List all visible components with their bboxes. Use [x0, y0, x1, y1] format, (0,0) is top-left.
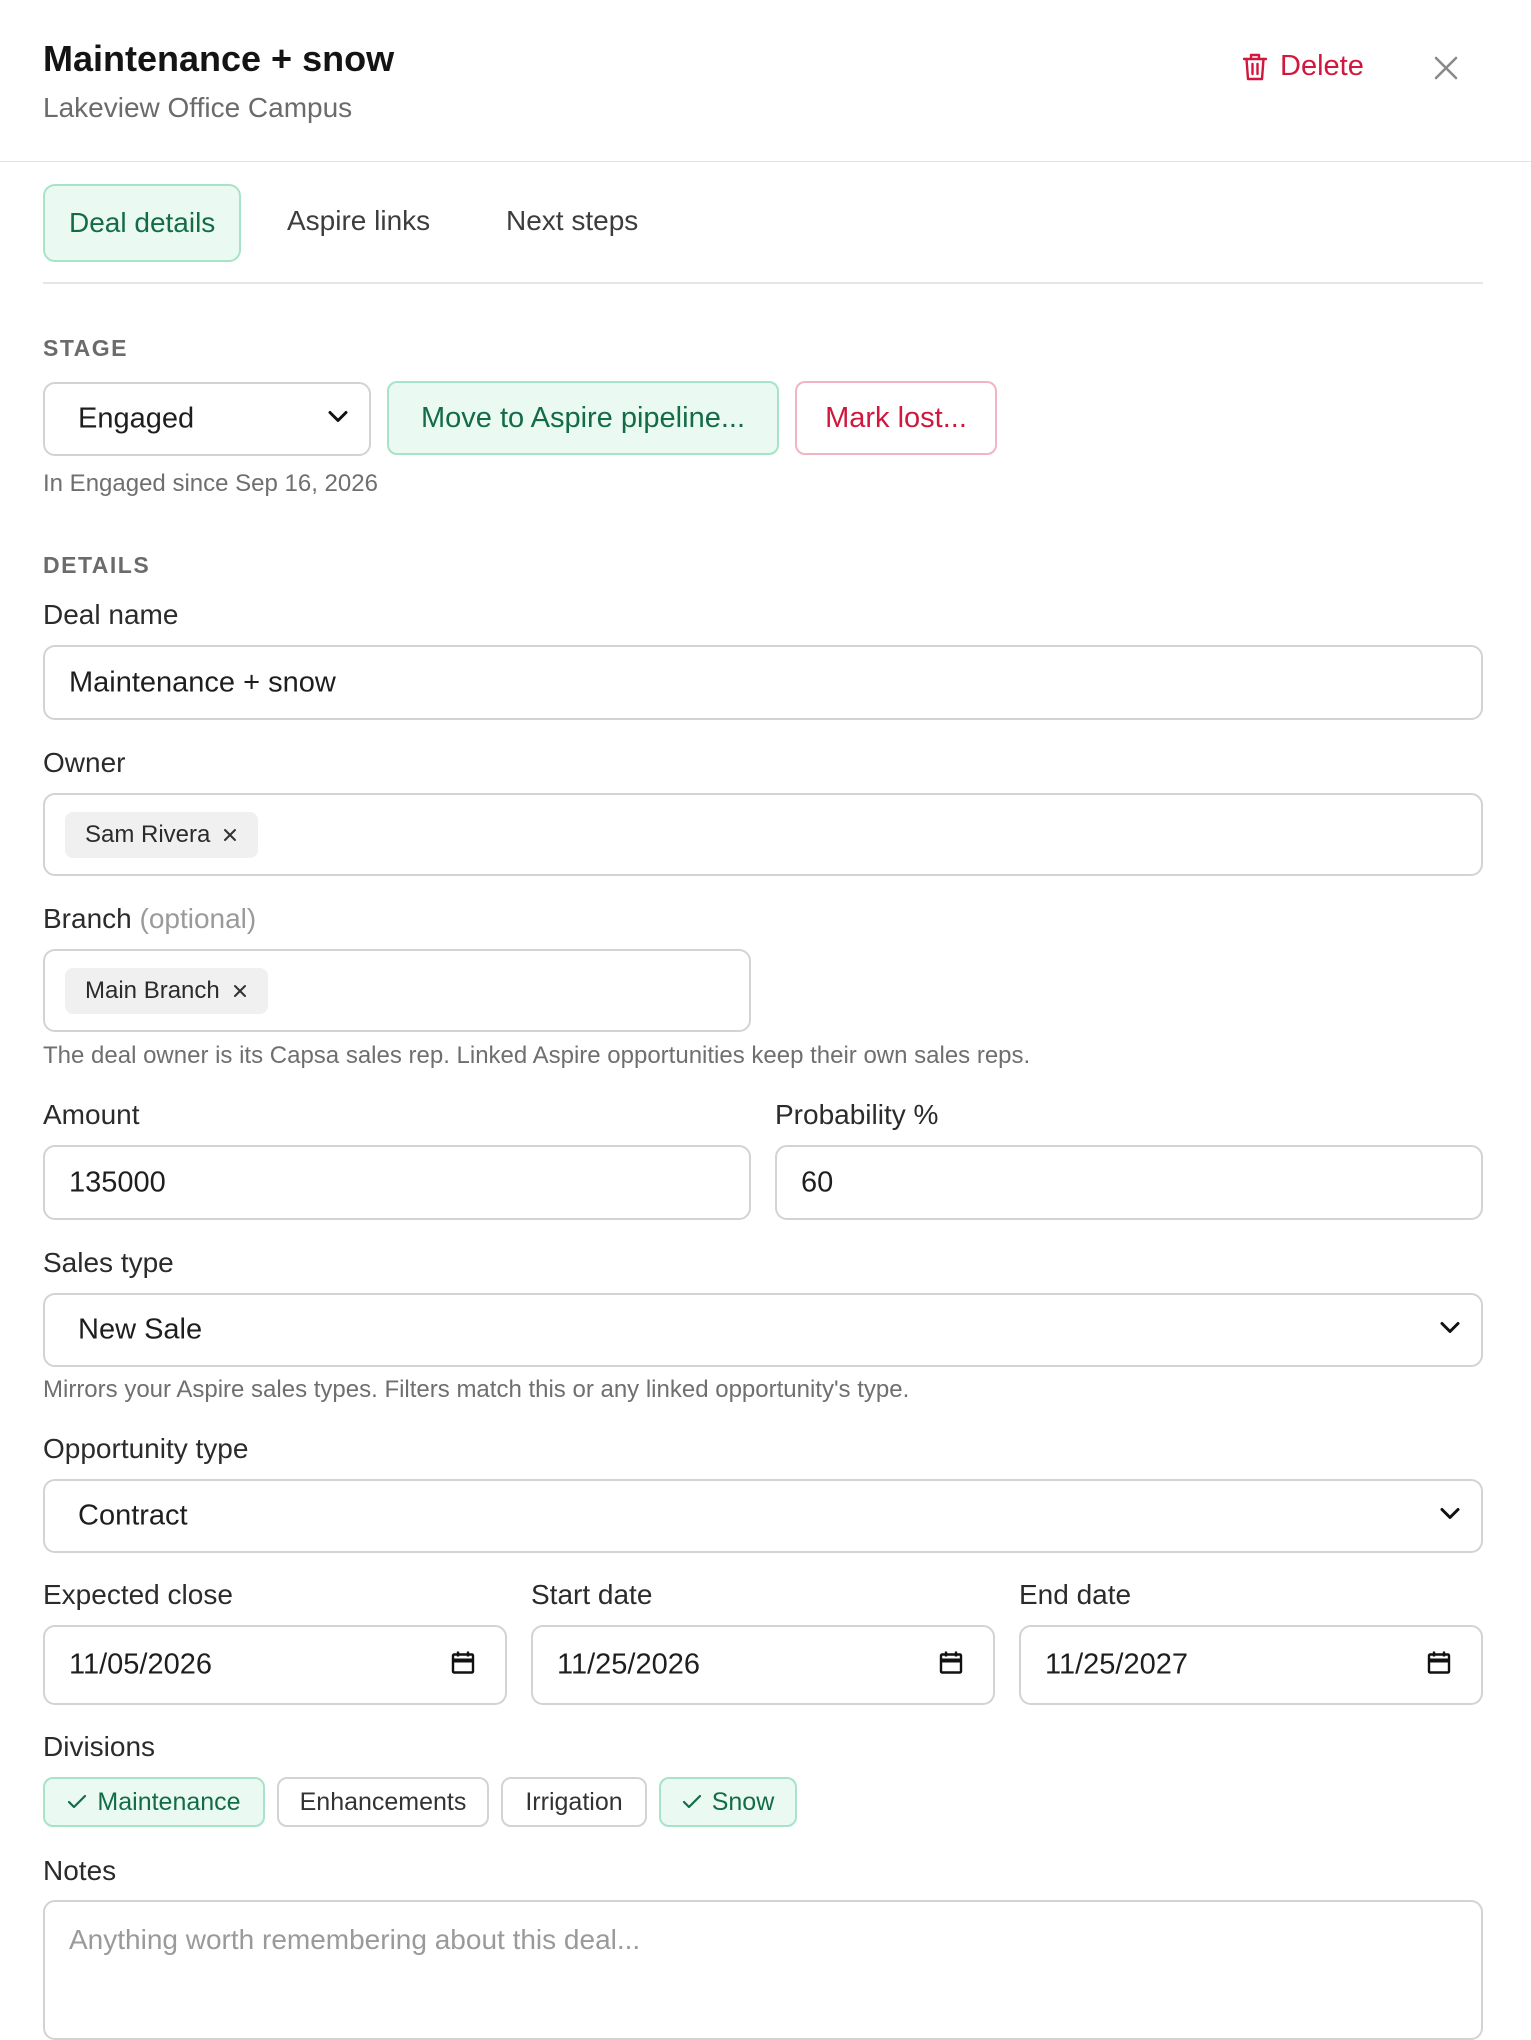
page-subtitle: Lakeview Office Campus	[43, 92, 353, 123]
sales-type-label: Sales type	[43, 1247, 174, 1278]
expected-close-input[interactable]: 11/05/2026	[43, 1625, 507, 1705]
trash-icon	[1242, 52, 1268, 82]
chevron-down-icon	[1439, 1507, 1461, 1526]
tab-deal-details[interactable]: Deal details	[43, 184, 242, 262]
notes-textarea[interactable]: Anything worth remembering about this de…	[43, 1900, 1483, 2040]
division-label: Irrigation	[525, 1787, 623, 1816]
division-snow[interactable]: Snow	[659, 1777, 797, 1827]
deal-name-value: Maintenance + snow	[69, 666, 336, 698]
check-icon	[67, 1794, 87, 1810]
owner-multiselect[interactable]: Sam Rivera	[43, 793, 1483, 876]
check-icon	[682, 1794, 702, 1810]
chevron-down-icon	[1439, 1321, 1461, 1340]
stage-since-text: In Engaged since Sep 16, 2026	[43, 470, 378, 497]
calendar-icon[interactable]	[1427, 1650, 1451, 1681]
chevron-down-icon	[327, 410, 349, 429]
owner-label: Owner	[43, 747, 126, 778]
details-section-label: DETAILS	[43, 552, 151, 578]
probability-input[interactable]: 60	[775, 1145, 1483, 1220]
amount-input[interactable]: 135000	[43, 1145, 751, 1220]
sales-type-value: New Sale	[78, 1313, 203, 1346]
probability-value: 60	[801, 1166, 834, 1198]
divisions-label: Divisions	[43, 1731, 156, 1762]
calendar-icon[interactable]	[451, 1650, 475, 1681]
owner-chip: Sam Rivera	[65, 811, 259, 858]
remove-chip-icon[interactable]	[222, 827, 238, 843]
branch-chip-label: Main Branch	[85, 976, 220, 1004]
amount-label: Amount	[43, 1099, 140, 1130]
remove-chip-icon[interactable]	[232, 983, 248, 999]
stage-select-value: Engaged	[78, 402, 195, 435]
tab-aspire-links[interactable]: Aspire links	[287, 184, 430, 258]
stage-section-label: STAGE	[43, 335, 129, 361]
start-date-input[interactable]: 11/25/2026	[531, 1625, 995, 1705]
branch-label-text: Branch	[43, 903, 132, 934]
expected-close-value: 11/05/2026	[69, 1648, 212, 1681]
division-label: Snow	[711, 1787, 775, 1816]
tab-next-steps[interactable]: Next steps	[506, 184, 638, 258]
branch-chip: Main Branch	[65, 967, 268, 1014]
move-to-aspire-button[interactable]: Move to Aspire pipeline...	[387, 381, 779, 455]
tab-bar: Deal details Aspire links Next steps	[43, 184, 1483, 284]
mark-lost-button[interactable]: Mark lost...	[795, 381, 997, 455]
sales-type-hint: Mirrors your Aspire sales types. Filters…	[43, 1376, 910, 1403]
owner-hint: The deal owner is its Capsa sales rep. L…	[43, 1042, 1031, 1069]
opportunity-type-value: Contract	[78, 1499, 188, 1532]
notes-placeholder: Anything worth remembering about this de…	[69, 1924, 641, 1955]
end-date-label: End date	[1019, 1579, 1132, 1610]
division-label: Enhancements	[299, 1787, 467, 1816]
probability-label: Probability %	[775, 1099, 939, 1130]
division-irrigation[interactable]: Irrigation	[501, 1777, 647, 1827]
delete-button[interactable]: Delete	[1242, 50, 1364, 83]
start-date-value: 11/25/2026	[557, 1648, 700, 1681]
close-button[interactable]	[1428, 50, 1464, 86]
amount-value: 135000	[69, 1166, 166, 1198]
start-date-label: Start date	[531, 1579, 653, 1610]
sales-type-select[interactable]: New Sale	[43, 1293, 1483, 1367]
page-title: Maintenance + snow	[43, 38, 395, 79]
optional-tag: (optional)	[139, 903, 257, 934]
delete-label: Delete	[1280, 50, 1364, 82]
division-enhancements[interactable]: Enhancements	[277, 1777, 489, 1827]
opportunity-type-label: Opportunity type	[43, 1433, 249, 1464]
dialog-header: Maintenance + snow Lakeview Office Campu…	[0, 0, 1531, 162]
opportunity-type-select[interactable]: Contract	[43, 1479, 1483, 1553]
end-date-value: 11/25/2027	[1045, 1648, 1188, 1681]
branch-multiselect[interactable]: Main Branch	[43, 949, 751, 1032]
close-icon	[1428, 56, 1464, 90]
expected-close-label: Expected close	[43, 1579, 233, 1610]
stage-select[interactable]: Engaged	[43, 382, 371, 456]
division-label: Maintenance	[97, 1787, 241, 1816]
deal-name-input[interactable]: Maintenance + snow	[43, 645, 1483, 720]
deal-name-label: Deal name	[43, 599, 179, 630]
end-date-input[interactable]: 11/25/2027	[1019, 1625, 1483, 1705]
division-maintenance[interactable]: Maintenance	[43, 1777, 265, 1827]
calendar-icon[interactable]	[939, 1650, 963, 1681]
branch-label: Branch (optional)	[43, 903, 256, 935]
owner-chip-label: Sam Rivera	[85, 820, 211, 848]
notes-label: Notes	[43, 1855, 117, 1886]
